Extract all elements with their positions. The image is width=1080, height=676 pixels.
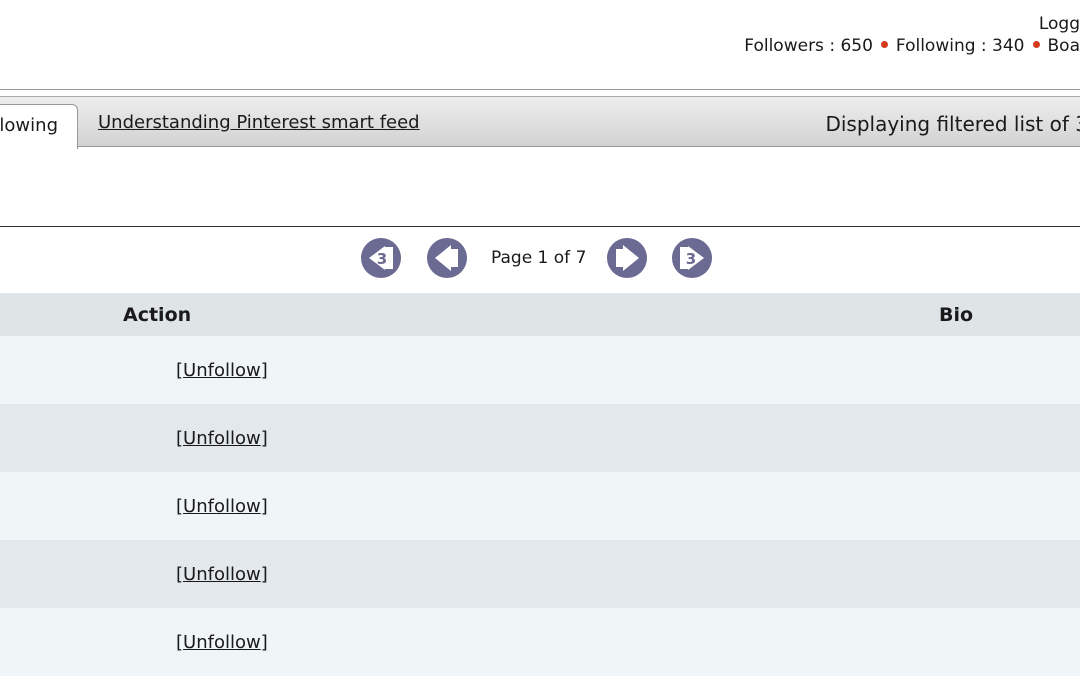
action-cell: [Unfollow] (0, 404, 623, 472)
last-page-icon: 3 (680, 246, 704, 270)
bracket-close: ] (260, 563, 268, 585)
action-cell: [Unfollow] (0, 608, 623, 676)
tab-following[interactable]: lowing (0, 104, 78, 149)
bio-cell (623, 540, 1080, 608)
unfollow-link[interactable]: Unfollow (183, 632, 261, 653)
svg-text:3: 3 (377, 250, 387, 268)
last-page-button[interactable]: 3 (672, 238, 712, 278)
unfollow-link[interactable]: Unfollow (183, 496, 261, 517)
bracket-close: ] (260, 631, 268, 653)
action-cell: [Unfollow] (0, 540, 623, 608)
previous-page-icon (435, 245, 458, 271)
svg-text:3: 3 (686, 250, 696, 268)
next-page-icon (616, 245, 639, 271)
next-page-button[interactable] (607, 238, 647, 278)
bracket-close: ] (260, 495, 268, 517)
bio-cell (623, 472, 1080, 540)
pagination: 3 Page 1 of 7 3 (0, 238, 1080, 280)
user-stats: Followers : 650 Following : 340 Boa (744, 36, 1080, 56)
bracket-open: [ (176, 631, 184, 653)
bio-cell (623, 608, 1080, 676)
separator-dot (880, 41, 888, 48)
bracket-close: ] (260, 359, 268, 381)
following-count: Following : 340 (895, 36, 1025, 56)
bracket-close: ] (260, 427, 268, 449)
table-header-row: Action Bio (0, 293, 1080, 336)
unfollow-link[interactable]: Unfollow (183, 564, 261, 585)
boards-count: Boa (1047, 36, 1080, 56)
unfollow-link[interactable]: Unfollow (183, 428, 261, 449)
column-header-bio: Bio (939, 303, 974, 326)
bracket-open: [ (176, 427, 184, 449)
tab-understanding-smart-feed[interactable]: Understanding Pinterest smart feed (98, 112, 420, 133)
bracket-open: [ (176, 563, 184, 585)
column-header-action: Action (123, 303, 192, 326)
first-page-icon: 3 (369, 246, 393, 270)
bracket-open: [ (176, 359, 184, 381)
logged-in-text: Logg (1038, 14, 1080, 34)
table-row: [Unfollow] (0, 472, 1080, 540)
content-divider (0, 226, 1080, 227)
bio-cell (623, 404, 1080, 472)
action-cell: [Unfollow] (0, 472, 623, 540)
displaying-status: Displaying filtered list of 3 (825, 112, 1080, 136)
table-row: [Unfollow] (0, 336, 1080, 404)
action-cell: [Unfollow] (0, 336, 623, 404)
previous-page-button[interactable] (427, 238, 467, 278)
unfollow-link[interactable]: Unfollow (183, 360, 261, 381)
table-row: [Unfollow] (0, 608, 1080, 676)
table-row: [Unfollow] (0, 404, 1080, 472)
bracket-open: [ (176, 495, 184, 517)
page-indicator: Page 1 of 7 (491, 248, 587, 268)
bio-cell (623, 336, 1080, 404)
separator-dot (1032, 41, 1040, 48)
first-page-button[interactable]: 3 (361, 238, 401, 278)
table-row: [Unfollow] (0, 540, 1080, 608)
followers-count: Followers : 650 (744, 36, 873, 56)
following-table: Action Bio [Unfollow] [Unfollow] [Unfoll… (0, 293, 1080, 676)
header-divider (0, 89, 1080, 90)
